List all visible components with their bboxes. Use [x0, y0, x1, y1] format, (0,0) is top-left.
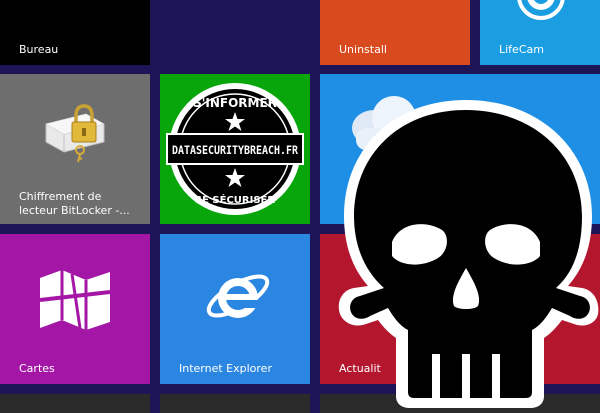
tile-internet-explorer[interactable]: Internet Explorer: [160, 234, 310, 384]
skull-icon: [338, 100, 599, 408]
tile-cartes[interactable]: Cartes: [0, 234, 150, 384]
tile-lifecam[interactable]: LifeCam: [480, 0, 600, 65]
tile-label-uninstall: Uninstall: [339, 43, 387, 56]
tile-bottom-1[interactable]: [0, 394, 150, 413]
tile-label-internet-explorer: Internet Explorer: [179, 362, 272, 375]
badge-main-text: DATASECURITYBREACH.FR: [172, 143, 298, 157]
datasecuritybreach-badge: S'INFORMER DATASECURITYBREACH.FR SE SÉCU…: [166, 83, 304, 215]
tile-uninstall[interactable]: Uninstall: [320, 0, 470, 65]
tile-datasecuritybreach[interactable]: S'INFORMER DATASECURITYBREACH.FR SE SÉCU…: [160, 74, 310, 224]
map-icon: [39, 270, 111, 330]
tile-bureau[interactable]: Bureau: [0, 0, 150, 65]
tile-bottom-2[interactable]: [160, 394, 310, 413]
badge-top-text: S'INFORMER: [193, 96, 277, 110]
badge-bottom-text: SE SÉCURISER: [195, 193, 275, 206]
tile-label-lifecam: LifeCam: [499, 43, 544, 56]
tile-label-bitlocker: Chiffrement de lecteur BitLocker -...: [19, 190, 130, 217]
tile-label-cartes: Cartes: [19, 362, 55, 375]
webcam-icon: [517, 0, 565, 20]
tile-label-bureau: Bureau: [19, 43, 59, 56]
drive-lock-icon: [45, 104, 105, 162]
tile-bitlocker[interactable]: Chiffrement de lecteur BitLocker -...: [0, 74, 150, 224]
internet-explorer-icon: [206, 274, 270, 318]
